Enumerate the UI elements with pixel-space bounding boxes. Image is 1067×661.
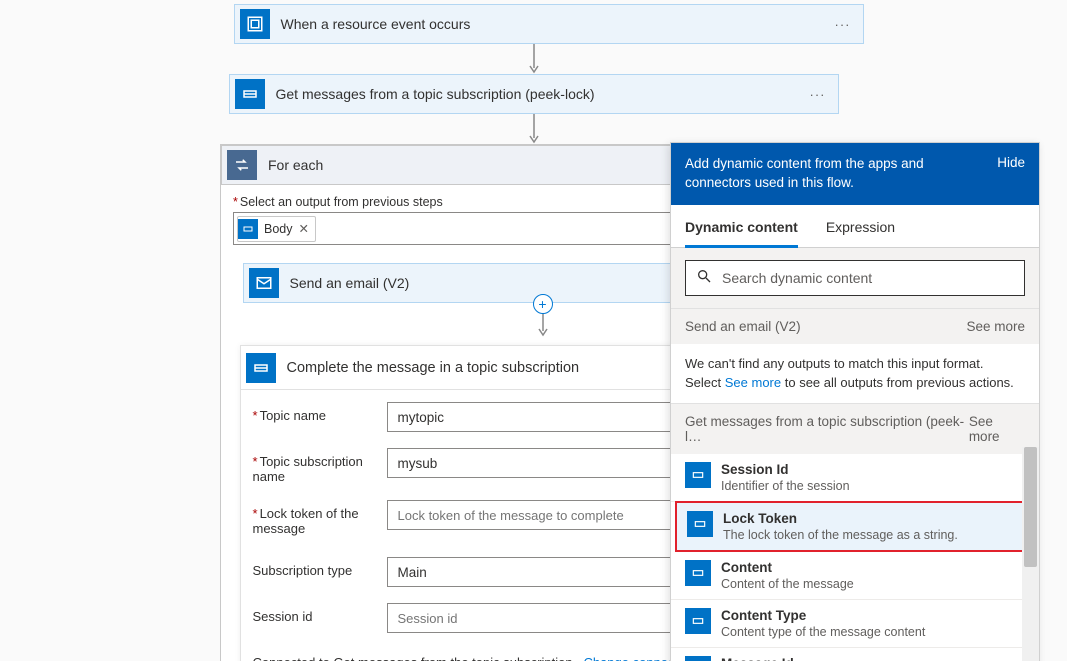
topic-name-label: *Topic name <box>253 402 387 423</box>
dynamic-panel-header-text: Add dynamic content from the apps and co… <box>685 155 987 193</box>
session-id-label: Session id <box>253 603 387 624</box>
required-star: * <box>233 195 238 209</box>
dyn-section-get-messages: Get messages from a topic subscription (… <box>671 403 1039 454</box>
subscription-type-label: Subscription type <box>253 557 387 578</box>
scrollbar-thumb[interactable] <box>1024 447 1037 567</box>
lock-token-label: *Lock token of the message <box>253 500 387 536</box>
see-more-link[interactable]: See more <box>969 414 1025 444</box>
service-bus-icon <box>687 511 713 537</box>
dyn-item-content[interactable]: Content Content of the message <box>671 552 1039 600</box>
hide-panel-button[interactable]: Hide <box>987 155 1025 193</box>
dyn-item-desc: The lock token of the message as a strin… <box>723 528 958 542</box>
dynamic-search-wrap: Search dynamic content <box>671 248 1039 308</box>
dyn-item-lock-token[interactable]: Lock Token The lock token of the message… <box>675 501 1035 552</box>
dyn-item-content-type[interactable]: Content Type Content type of the message… <box>671 600 1039 648</box>
dynamic-search-input[interactable]: Search dynamic content <box>685 260 1025 296</box>
outlook-icon <box>249 268 279 298</box>
dyn-item-desc: Identifier of the session <box>721 479 850 493</box>
dyn-item-session-id[interactable]: Session Id Identifier of the session <box>671 454 1039 502</box>
dyn-item-desc: Content type of the message content <box>721 625 925 639</box>
service-bus-icon <box>235 79 265 109</box>
dyn-item-message-id[interactable]: Message Id This is a user-defined value … <box>671 648 1039 661</box>
body-token-chip[interactable]: Body ✕ <box>237 216 316 242</box>
service-bus-icon <box>685 656 711 661</box>
dyn-item-desc: Content of the message <box>721 577 854 591</box>
dyn-section-send-email: Send an email (V2) See more <box>671 308 1039 344</box>
service-bus-icon <box>685 608 711 634</box>
event-grid-icon <box>240 9 270 39</box>
get-messages-more-button[interactable]: ··· <box>798 87 838 102</box>
chip-remove-icon[interactable]: ✕ <box>299 221 309 236</box>
insert-step-button[interactable]: + <box>533 294 553 314</box>
dyn-item-title: Content <box>721 560 854 575</box>
topic-subscription-label: *Topic subscription name <box>253 448 387 484</box>
dyn-item-title: Lock Token <box>723 511 958 526</box>
see-more-inline-link[interactable]: See more <box>725 375 781 390</box>
tab-expression[interactable]: Expression <box>826 205 895 247</box>
service-bus-icon <box>246 353 276 383</box>
get-messages-title: Get messages from a topic subscription (… <box>270 86 798 102</box>
dyn-section-title: Send an email (V2) <box>685 319 801 334</box>
panel-scrollbar[interactable] <box>1022 447 1039 661</box>
trigger-title: When a resource event occurs <box>275 16 823 32</box>
chip-label: Body <box>264 222 293 236</box>
dyn-item-title: Content Type <box>721 608 925 623</box>
dynamic-content-panel: Add dynamic content from the apps and co… <box>670 142 1040 661</box>
dyn-item-title: Message Id <box>721 656 1025 661</box>
flow-designer-canvas: When a resource event occurs ··· Get mes… <box>0 0 1067 661</box>
dyn-item-title: Session Id <box>721 462 850 477</box>
get-messages-card[interactable]: Get messages from a topic subscription (… <box>229 74 839 114</box>
loop-icon <box>227 150 257 180</box>
connector-arrow <box>529 114 539 144</box>
tab-dynamic-content[interactable]: Dynamic content <box>685 205 798 248</box>
see-more-link[interactable]: See more <box>966 319 1025 334</box>
dynamic-panel-tabs: Dynamic content Expression <box>671 205 1039 248</box>
dyn-section-title: Get messages from a topic subscription (… <box>685 414 969 444</box>
service-bus-icon <box>685 462 711 488</box>
service-bus-icon <box>238 219 258 239</box>
trigger-card[interactable]: When a resource event occurs ··· <box>234 4 864 44</box>
search-icon <box>696 268 712 287</box>
search-placeholder: Search dynamic content <box>722 270 872 286</box>
trigger-more-button[interactable]: ··· <box>823 17 863 32</box>
dynamic-panel-header: Add dynamic content from the apps and co… <box>671 143 1039 205</box>
connector-arrow <box>529 44 539 74</box>
service-bus-icon <box>685 560 711 586</box>
dyn-section-note: We can't find any outputs to match this … <box>671 344 1039 403</box>
